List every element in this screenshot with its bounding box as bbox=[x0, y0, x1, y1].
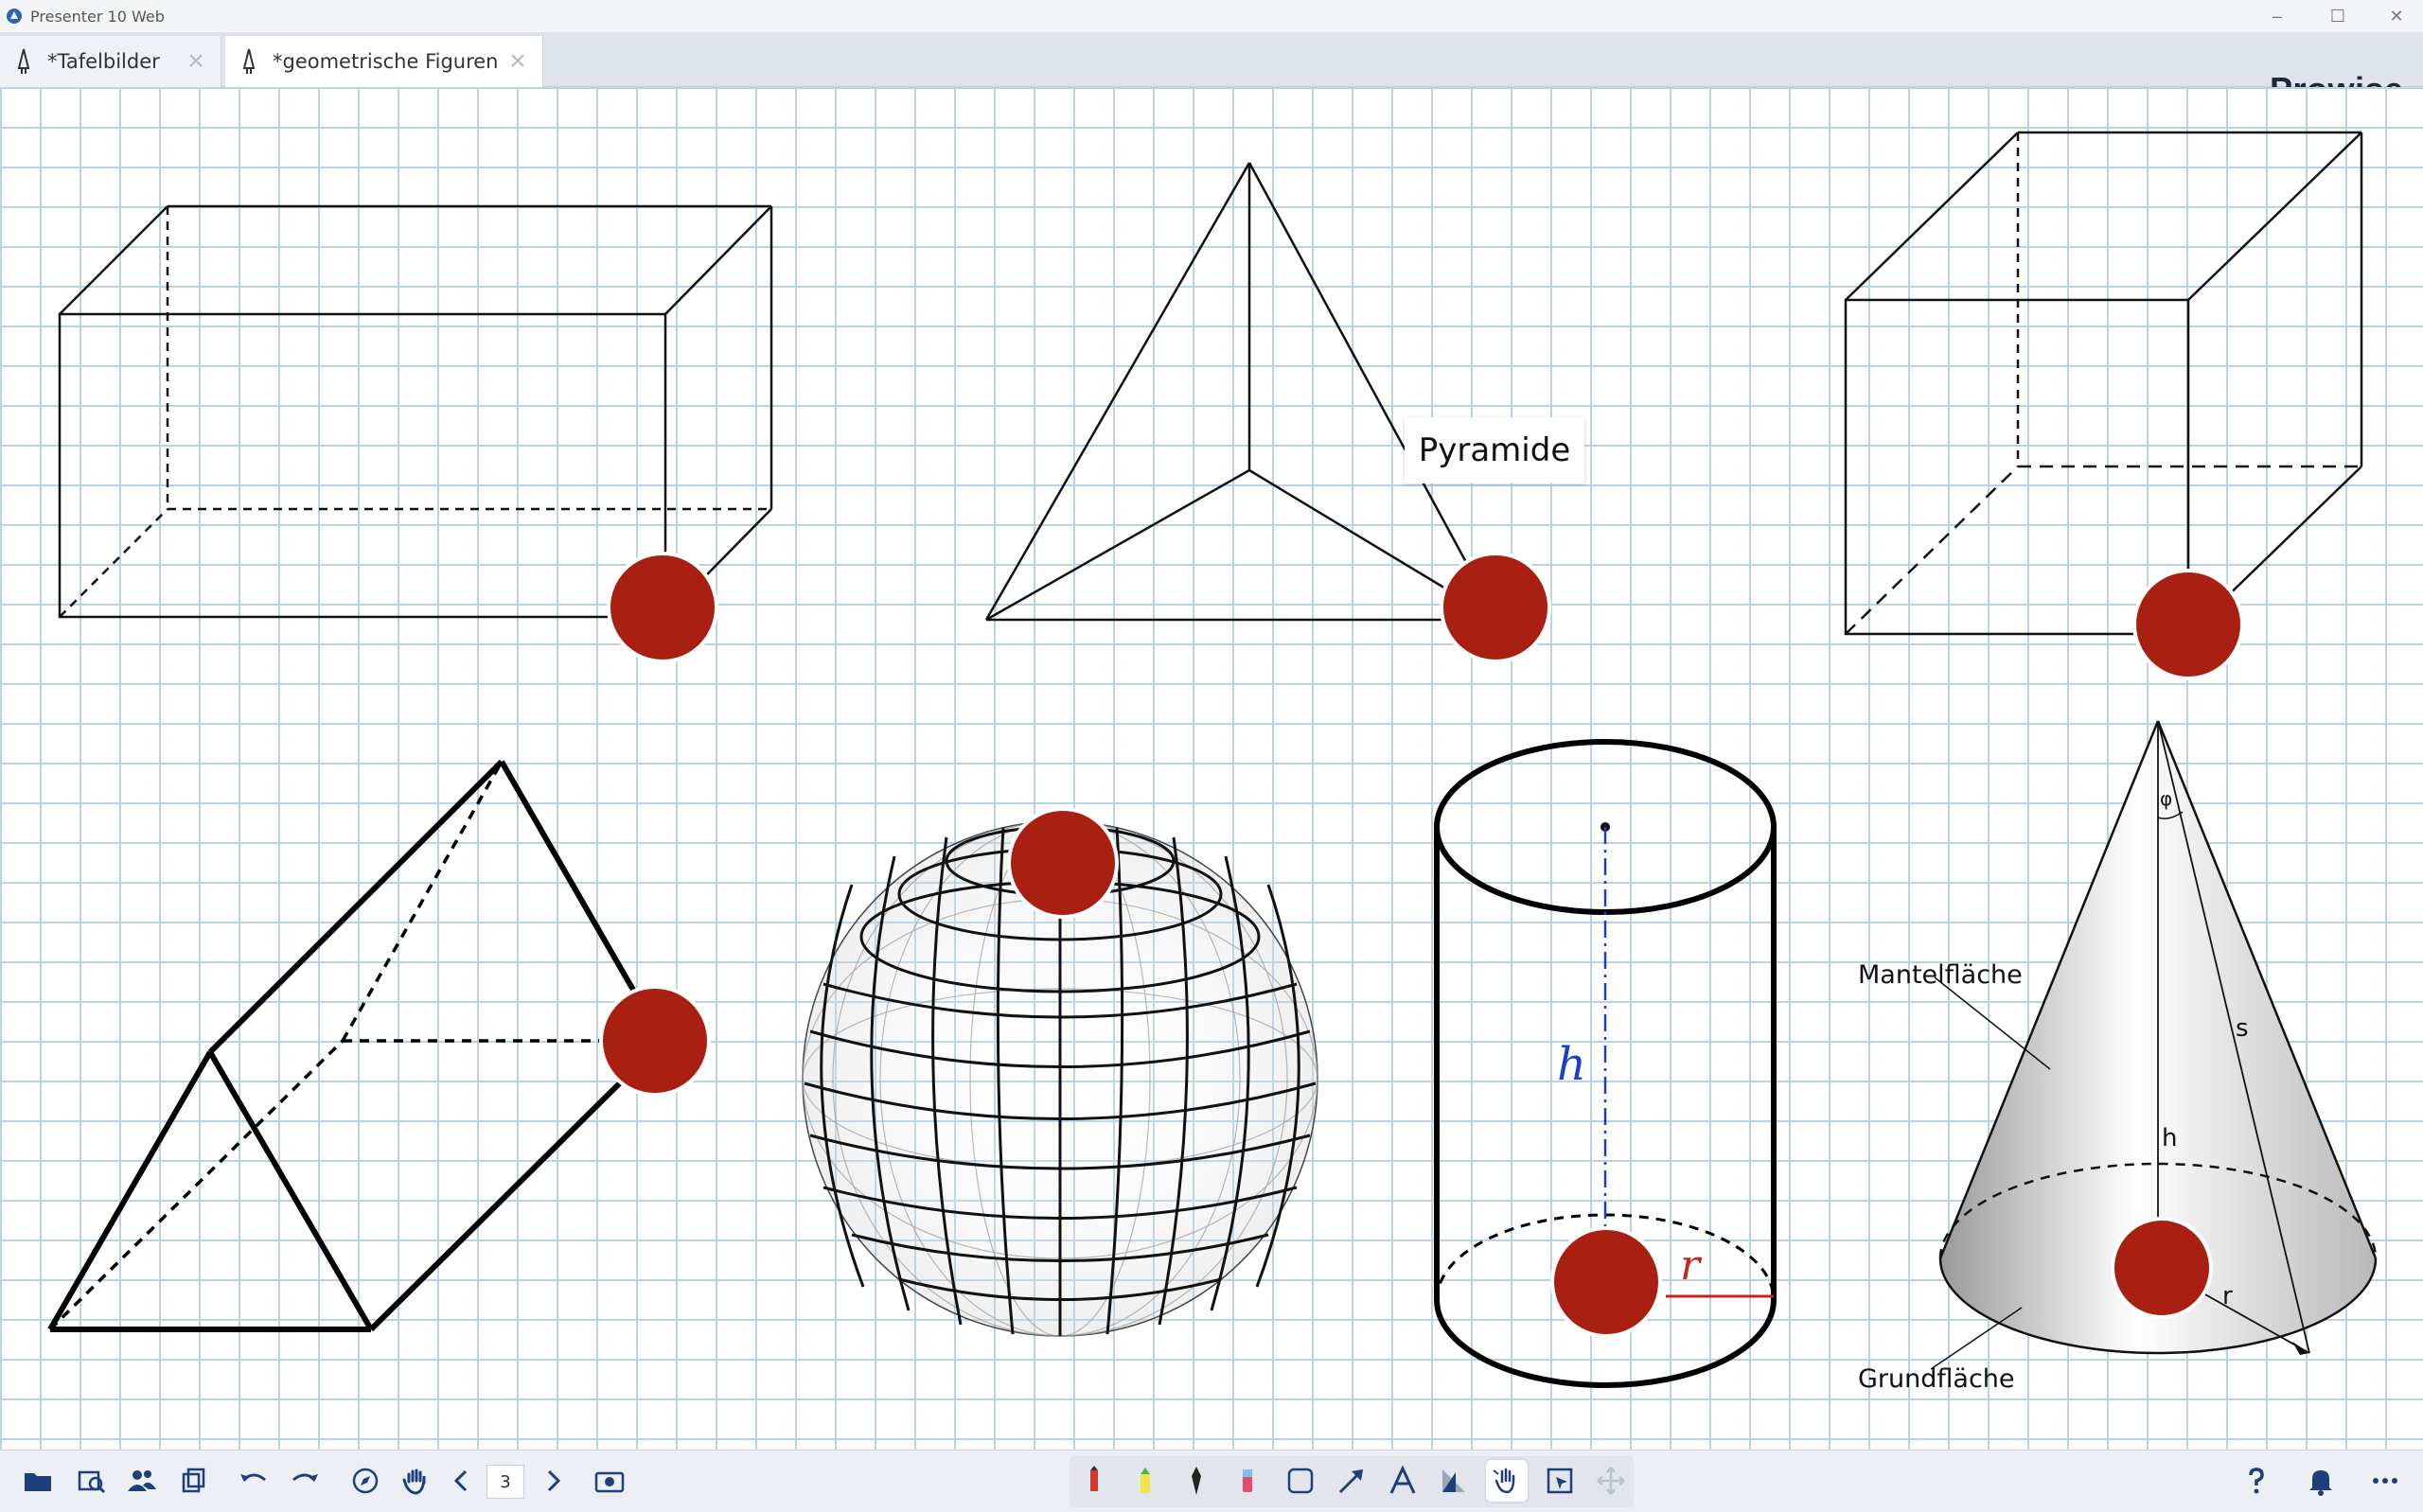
hand-select-icon[interactable] bbox=[1486, 1460, 1528, 1502]
pencil-icon bbox=[17, 48, 30, 74]
bottom-toolbar: 3 bbox=[0, 1450, 2423, 1512]
cone-radius-label: r bbox=[2222, 1282, 2233, 1310]
red-dot bbox=[1443, 555, 1548, 659]
tab-label: *geometrische Figuren bbox=[273, 50, 499, 73]
pyramid-label[interactable]: Pyramide bbox=[1405, 417, 1584, 483]
prism-figure[interactable] bbox=[47, 759, 665, 1332]
red-dot bbox=[1011, 811, 1115, 915]
previous-page-icon[interactable] bbox=[441, 1460, 483, 1502]
minimize-button[interactable]: – bbox=[2249, 2, 2306, 30]
image-search-icon[interactable] bbox=[70, 1460, 112, 1502]
cone-lateral-surface-label: Mantelfläche bbox=[1858, 960, 2023, 990]
next-page-icon[interactable] bbox=[532, 1460, 574, 1502]
geometry-icon[interactable] bbox=[1433, 1460, 1475, 1502]
cylinder-height-label: h bbox=[1557, 1038, 1586, 1091]
text-icon[interactable] bbox=[1382, 1460, 1424, 1502]
highlighter-icon[interactable] bbox=[1124, 1460, 1166, 1502]
undo-icon[interactable] bbox=[233, 1460, 274, 1502]
pencil-icon bbox=[242, 48, 256, 74]
selection-frame-icon[interactable] bbox=[1539, 1460, 1581, 1502]
tab-tafelbilder[interactable]: *Tafelbilder × bbox=[0, 36, 221, 87]
red-dot bbox=[603, 989, 707, 1093]
red-dot bbox=[610, 555, 715, 659]
users-icon[interactable] bbox=[121, 1460, 163, 1502]
red-dot bbox=[1554, 1230, 1658, 1334]
cone-slant-label: s bbox=[2236, 1014, 2249, 1043]
cone-base-label: Grundfläche bbox=[1858, 1364, 2015, 1394]
title-bar: Presenter 10 Web – ☐ ✕ bbox=[0, 0, 2423, 32]
shape-icon[interactable] bbox=[1280, 1460, 1321, 1502]
app-logo-icon bbox=[7, 9, 22, 24]
cone-angle-label: φ bbox=[2160, 787, 2173, 810]
bell-icon[interactable] bbox=[2300, 1460, 2342, 1502]
page-number-field[interactable]: 3 bbox=[486, 1465, 524, 1499]
tab-geometrische-figuren[interactable]: *geometrische Figuren × bbox=[225, 36, 543, 87]
tab-label: *Tafelbilder bbox=[47, 50, 160, 73]
red-dot bbox=[2136, 572, 2240, 677]
compass-icon[interactable] bbox=[345, 1460, 386, 1502]
close-window-button[interactable]: ✕ bbox=[2368, 2, 2423, 30]
tab-bar: *Tafelbilder × *geometrische Figuren × P… bbox=[0, 32, 2423, 109]
hand-pan-icon[interactable] bbox=[396, 1460, 437, 1502]
close-tab-icon[interactable]: × bbox=[183, 47, 209, 76]
cube-figure[interactable] bbox=[1844, 131, 2363, 636]
whiteboard-canvas[interactable]: Pyramide Mantelfläche Grundfläche h s r … bbox=[0, 87, 2423, 1450]
figures-layer bbox=[47, 131, 2378, 1388]
red-pen-icon[interactable] bbox=[1073, 1460, 1115, 1502]
redo-icon[interactable] bbox=[284, 1460, 326, 1502]
folder-icon[interactable] bbox=[17, 1460, 59, 1502]
pyramid-figure[interactable] bbox=[984, 162, 1499, 622]
more-icon[interactable] bbox=[2364, 1460, 2406, 1502]
help-icon[interactable] bbox=[2236, 1460, 2277, 1502]
fountain-pen-icon[interactable] bbox=[1176, 1460, 1217, 1502]
close-tab-icon[interactable]: × bbox=[504, 47, 531, 76]
copy-pages-icon[interactable] bbox=[172, 1460, 214, 1502]
cone-height-label: h bbox=[2162, 1124, 2178, 1152]
camera-icon[interactable] bbox=[589, 1460, 630, 1502]
eraser-icon[interactable] bbox=[1227, 1460, 1268, 1502]
cylinder-radius-label: r bbox=[1680, 1241, 1701, 1290]
arrow-icon[interactable] bbox=[1331, 1460, 1372, 1502]
window-title: Presenter 10 Web bbox=[30, 8, 165, 26]
red-dot bbox=[2114, 1221, 2209, 1315]
move-icon[interactable] bbox=[1590, 1460, 1632, 1502]
maximize-button[interactable]: ☐ bbox=[2309, 2, 2366, 30]
